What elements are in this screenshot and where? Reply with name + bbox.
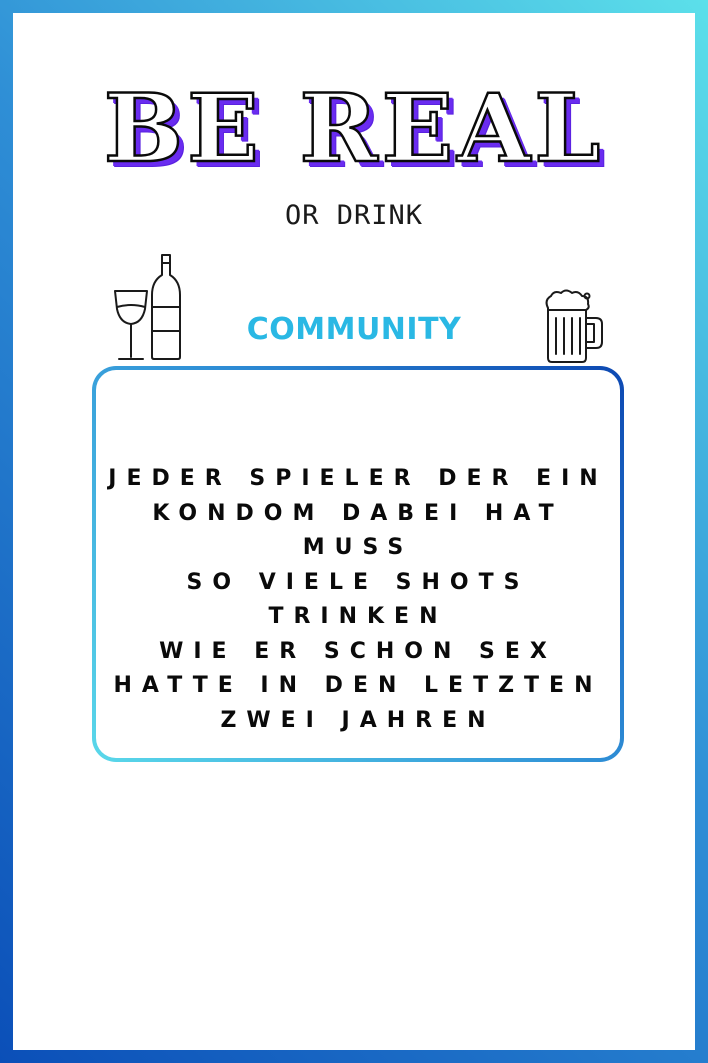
card-instruction-text: JEDER SPIELER DER EIN KONDOM DABEI HAT M… xyxy=(108,466,608,733)
game-title: BE REAL xyxy=(102,74,605,184)
category-label: COMMUNITY xyxy=(246,312,462,347)
game-subtitle: OR DRINK xyxy=(284,200,424,231)
card-text-box: JEDER SPIELER DER EIN KONDOM DABEI HAT M… xyxy=(92,366,624,762)
card-text-box-inner: JEDER SPIELER DER EIN KONDOM DABEI HAT M… xyxy=(96,370,620,758)
